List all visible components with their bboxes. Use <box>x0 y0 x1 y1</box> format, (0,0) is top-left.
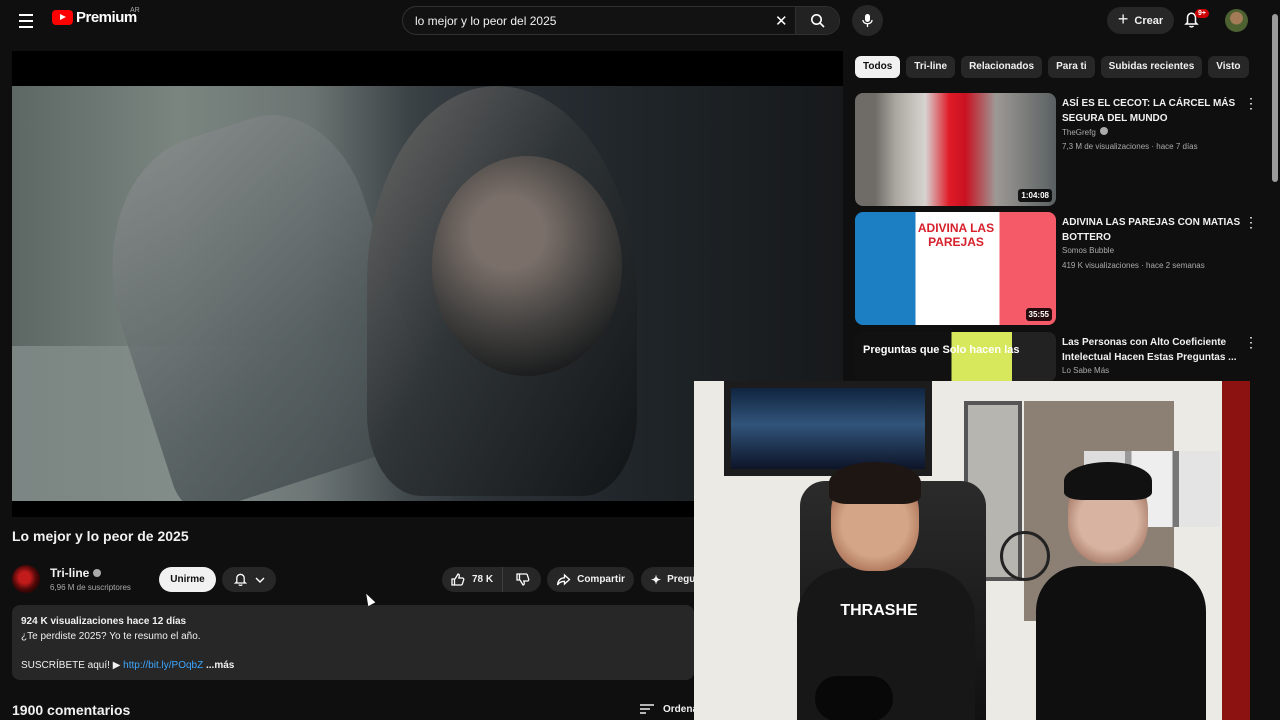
ask-label: Pregu <box>667 574 696 585</box>
notification-badge: 9+ <box>1195 9 1209 18</box>
chip-visto[interactable]: Visto <box>1208 56 1249 78</box>
description-link-line: SUSCRÍBETE aquí! ▶ http://bit.ly/POqbZ .… <box>21 660 235 671</box>
comments-count: 1900 comentarios <box>12 702 131 718</box>
share-label: Compartir <box>577 574 625 585</box>
youtube-play-icon <box>52 10 73 25</box>
like-button[interactable]: 78 K <box>442 567 503 592</box>
subscribe-link[interactable]: http://bit.ly/POqbZ <box>123 660 203 671</box>
chip-subidas-recientes[interactable]: Subidas recientes <box>1100 56 1203 78</box>
microphone-icon <box>862 14 873 27</box>
search-input[interactable]: lo mejor y lo peor del 2025 <box>415 14 556 28</box>
channel-avatar[interactable] <box>12 565 40 593</box>
figure-head-shape <box>432 156 622 376</box>
sort-label: Ordena <box>663 703 699 715</box>
dislike-button[interactable] <box>503 567 541 592</box>
background-monitor <box>724 381 932 476</box>
search-icon <box>810 13 825 28</box>
channel-name[interactable]: Somos Bubble <box>1062 246 1114 255</box>
video-duration: 1:04:08 <box>1018 189 1052 202</box>
thumbs-down-icon <box>515 573 529 586</box>
microphone <box>815 676 893 720</box>
recommended-video-3[interactable]: Preguntas que Solo hacen las Las Persona… <box>855 332 1260 382</box>
verified-icon <box>1099 127 1108 135</box>
chevron-down-icon <box>255 577 265 583</box>
like-dislike-group: 78 K <box>442 567 541 592</box>
video-title: Lo mejor y lo peor de 2025 <box>12 528 189 544</box>
more-options-icon[interactable]: ⋮ <box>1244 96 1258 110</box>
recommended-video-2[interactable]: ADIVINA LAS PAREJAS 35:55 ADIVINA LAS PA… <box>855 212 1260 326</box>
channel-name[interactable]: Tri-line <box>50 566 102 580</box>
chip-para-ti[interactable]: Para ti <box>1048 56 1095 78</box>
shirt-text: THRASHE <box>840 602 918 619</box>
description-line: ¿Te perdiste 2025? Yo te resumo el año. <box>21 631 201 642</box>
hair <box>829 462 921 504</box>
thumbnail-text: ADIVINA LAS PAREJAS <box>917 221 995 249</box>
menu-icon[interactable] <box>14 9 38 33</box>
more-options-icon[interactable]: ⋮ <box>1244 215 1258 229</box>
create-label: Crear <box>1134 14 1164 27</box>
search-box[interactable]: lo mejor y lo peor del 2025 ✕ <box>402 6 840 35</box>
streamer-right <box>1016 462 1231 720</box>
streamer-left: THRASHE <box>779 462 994 720</box>
create-button[interactable]: + Crear <box>1107 7 1174 34</box>
thumbs-up-icon <box>451 573 465 586</box>
hair <box>1064 462 1152 500</box>
video-meta: 419 K visualizaciones · hace 2 semanas <box>1062 261 1205 270</box>
more-options-icon[interactable]: ⋮ <box>1244 335 1258 349</box>
related-filter-chips: Todos Tri-line Relacionados Para ti Subi… <box>855 56 1249 78</box>
description-box[interactable]: 924 K visualizaciones hace 12 días ¿Te p… <box>12 605 694 680</box>
logo-text: Premium <box>76 9 137 26</box>
like-count: 78 K <box>472 574 494 585</box>
thumbnail-text: Preguntas que Solo hacen las <box>863 344 1020 356</box>
sort-icon <box>640 704 654 714</box>
black-jersey <box>1036 566 1206 720</box>
share-icon <box>556 573 571 586</box>
channel-name[interactable]: TheGrefg <box>1062 127 1108 137</box>
join-button[interactable]: Unirme <box>159 567 216 592</box>
subscriber-count: 6,96 M de suscriptores <box>50 583 131 592</box>
search-button[interactable] <box>795 7 839 34</box>
video-duration: 35:55 <box>1025 308 1052 321</box>
scrollbar-thumb[interactable] <box>1272 14 1278 182</box>
voice-search-button[interactable] <box>852 5 883 36</box>
sparkle-icon: ✦ <box>651 572 662 587</box>
video-thumbnail[interactable]: 1:04:08 <box>855 93 1056 206</box>
verified-icon <box>93 569 102 577</box>
clear-search-icon[interactable]: ✕ <box>775 12 788 30</box>
video-meta: 7,3 M de visualizaciones · hace 7 días <box>1062 142 1198 151</box>
chip-relacionados[interactable]: Relacionados <box>961 56 1043 78</box>
video-title[interactable]: ASÍ ES EL CECOT: LA CÁRCEL MÁS SEGURA DE… <box>1062 96 1242 126</box>
video-thumbnail[interactable]: Preguntas que Solo hacen las <box>855 332 1056 382</box>
chip-tri-line[interactable]: Tri-line <box>906 56 956 78</box>
video-title[interactable]: ADIVINA LAS PAREJAS CON MATIAS BOTTERO <box>1062 215 1242 245</box>
top-bar: Premium AR lo mejor y lo peor del 2025 ✕… <box>0 0 1280 42</box>
chip-todos[interactable]: Todos <box>855 56 901 78</box>
youtube-premium-logo[interactable]: Premium <box>52 9 137 26</box>
bell-icon <box>233 573 248 586</box>
share-button[interactable]: Compartir <box>547 567 634 592</box>
plus-icon: + <box>1117 9 1129 29</box>
recommended-video-1[interactable]: 1:04:08 ASÍ ES EL CECOT: LA CÁRCEL MÁS S… <box>855 93 1260 207</box>
user-avatar[interactable] <box>1225 9 1248 32</box>
subscription-notification-button[interactable] <box>222 567 276 592</box>
webcam-overlay: THRASHE <box>694 381 1250 720</box>
channel-name[interactable]: Lo Sabe Más <box>1062 366 1109 375</box>
country-code: AR <box>130 7 140 14</box>
sort-comments-button[interactable]: Ordena <box>639 703 698 715</box>
view-stats: 924 K visualizaciones hace 12 días <box>21 616 187 627</box>
more-link[interactable]: ...más <box>206 660 234 671</box>
video-thumbnail[interactable]: ADIVINA LAS PAREJAS 35:55 <box>855 212 1056 325</box>
video-title[interactable]: Las Personas con Alto Coeficiente Intele… <box>1062 335 1242 365</box>
